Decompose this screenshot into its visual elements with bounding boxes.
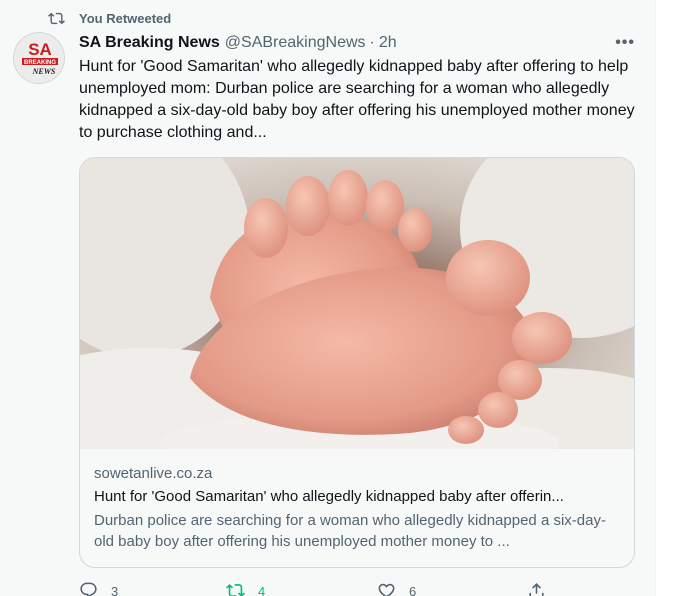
card-domain: sowetanlive.co.za — [94, 465, 213, 482]
tweet-actions: 3 4 6 — [79, 580, 599, 596]
card-description: Durban police are searching for a woman … — [94, 512, 606, 550]
share-button[interactable] — [527, 580, 559, 596]
heart-icon — [378, 583, 395, 596]
card-meta[interactable]: sowetanlive.co.za Hunt for 'Good Samarit… — [94, 464, 624, 552]
author-name[interactable]: SA Breaking News — [79, 34, 220, 52]
tweet-text: Hunt for 'Good Samaritan' who allegedly … — [79, 58, 635, 141]
reply-icon — [80, 582, 97, 596]
retweet-count: 4 — [258, 584, 266, 596]
avatar[interactable]: SA BREAKING NEWS — [13, 32, 65, 84]
tweet[interactable]: You Retweeted SA BREAKING NEWS SA Breaki… — [0, 0, 655, 596]
retweet-banner-text: You Retweeted — [79, 10, 172, 26]
link-card[interactable]: sowetanlive.co.za Hunt for 'Good Samarit… — [79, 157, 635, 568]
baby-feet-image — [80, 158, 634, 488]
retweet-button[interactable]: 4 — [226, 580, 265, 596]
svg-text:SA: SA — [28, 40, 52, 59]
sa-breaking-news-logo: SA BREAKING NEWS — [14, 33, 64, 83]
tweet-timestamp[interactable]: 2h — [379, 34, 397, 52]
reply-count: 3 — [111, 584, 119, 596]
retweet-icon — [226, 584, 245, 596]
card-title: Hunt for 'Good Samaritan' who allegedly … — [94, 488, 564, 505]
like-count: 6 — [409, 584, 417, 596]
retweet-icon — [48, 12, 65, 24]
author-handle[interactable]: @SABreakingNews — [225, 34, 366, 52]
separator-dot: · — [369, 34, 375, 51]
retweet-banner: You Retweeted — [48, 9, 171, 27]
more-icon[interactable]: ••• — [615, 34, 635, 52]
share-icon — [529, 583, 544, 596]
right-edge-panel — [655, 0, 677, 596]
svg-text:BREAKING: BREAKING — [24, 60, 56, 66]
svg-text:NEWS: NEWS — [32, 67, 56, 76]
reply-button[interactable]: 3 — [79, 580, 118, 596]
card-image[interactable] — [80, 158, 634, 488]
tweet-header: SA Breaking News @SABreakingNews · 2h ••… — [79, 32, 635, 54]
like-button[interactable]: 6 — [377, 580, 416, 596]
